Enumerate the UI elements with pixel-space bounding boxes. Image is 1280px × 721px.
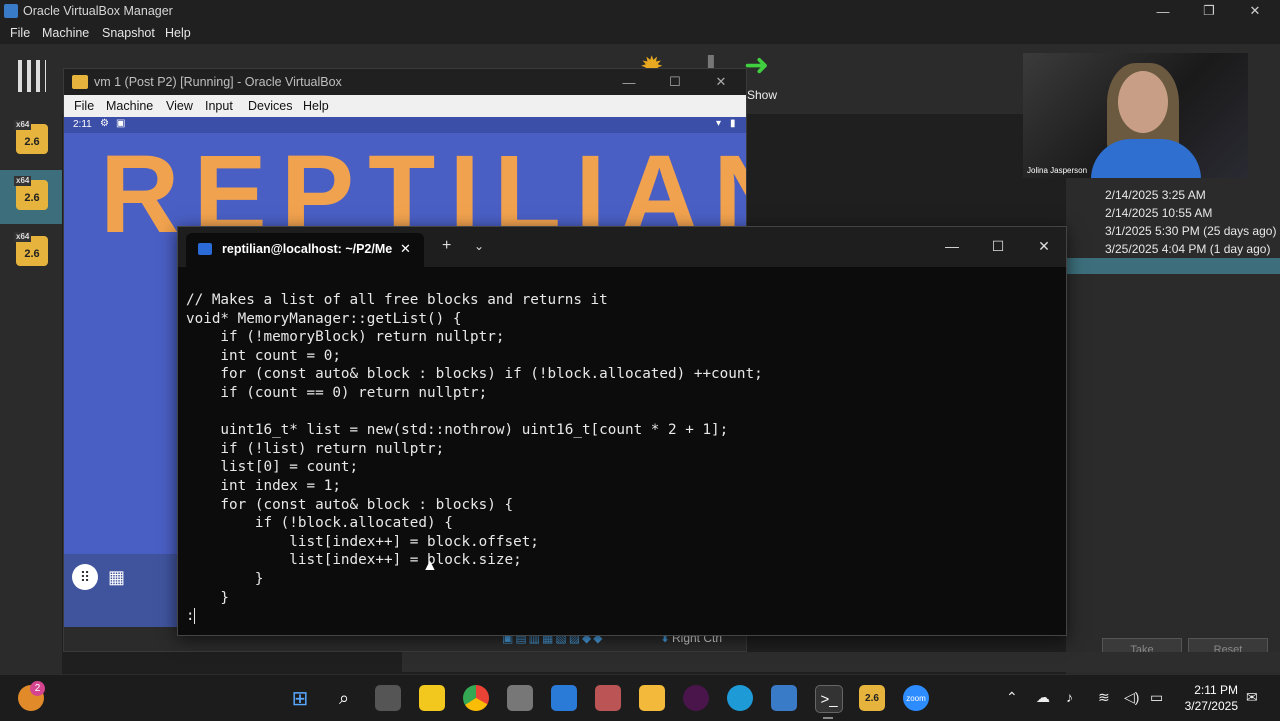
host-title-bar: Oracle VirtualBox Manager — ❐ ✕ (0, 0, 1280, 22)
task-view-icon[interactable] (375, 685, 401, 711)
search-icon[interactable]: ⌕ (331, 685, 357, 711)
terminal-tab-title: reptilian@localhost: ~/P2/Me (222, 242, 393, 256)
terminal-tab[interactable]: reptilian@localhost: ~/P2/Me ✕ (186, 233, 424, 267)
text-cursor (194, 608, 195, 624)
vm-close-button[interactable]: ✕ (698, 69, 744, 95)
app-drawer-icon[interactable]: ⠿ (72, 564, 98, 590)
microphone-icon[interactable]: ♪ (1066, 689, 1073, 705)
terminal-window: reptilian@localhost: ~/P2/Me ✕ + ⌄ — ☐ ✕… (177, 226, 1067, 636)
clock-date: 3/27/2025 (1184, 699, 1238, 713)
host-menu-bar: File Machine Snapshot Help (0, 22, 1280, 44)
snapshot-row[interactable]: 3/1/2025 5:30 PM (25 days ago) (1105, 224, 1276, 238)
slack-icon[interactable] (683, 685, 709, 711)
clock-time: 2:11 PM (1194, 683, 1238, 697)
powershell-icon (198, 243, 212, 255)
host-vm-list: x64 2.6 x64 2.6 x64 2.6 (0, 114, 62, 674)
webcam-participant-name: Jolina Jasperson (1027, 166, 1088, 175)
vm-window-icon (72, 75, 88, 89)
show-button-label[interactable]: Show (747, 88, 777, 102)
battery-icon: ▮ (730, 118, 736, 129)
taskbar-clock[interactable]: 2:11 PM 3/27/2025 (1172, 682, 1238, 714)
terminal-icon[interactable]: >_ (815, 685, 843, 713)
file-explorer-icon[interactable] (639, 685, 665, 711)
windows-taskbar: 2 ⊞ ⌕ >_ 2.6 zoom ⌃ ☁ ♪ ≋ ◁) ▭ 2:11 PM 3… (0, 674, 1280, 721)
vm-title-bar: vm 1 (Post P2) [Running] - Oracle Virtua… (64, 69, 746, 95)
snapshot-row[interactable]: 2/14/2025 3:25 AM (1105, 188, 1206, 202)
vm-menu-bar: File Machine View Input Devices Help (64, 95, 746, 117)
zoom-icon[interactable]: zoom (903, 685, 929, 711)
grid-icon[interactable]: ▦ (108, 567, 125, 588)
show-arrow-icon[interactable]: ➜ (744, 48, 769, 83)
notification-center-icon[interactable]: ✉ (1246, 689, 1258, 706)
terminal-maximize-button[interactable]: ☐ (975, 231, 1021, 261)
snipping-tool-icon[interactable] (595, 685, 621, 711)
vm-menu-help[interactable]: Help (303, 99, 329, 113)
terminal-close-button[interactable]: ✕ (1021, 231, 1067, 261)
host-menu-snapshot[interactable]: Snapshot (102, 26, 155, 40)
snapshot-row[interactable]: 3/25/2025 4:04 PM (1 day ago) (1105, 242, 1270, 256)
host-status-area (402, 652, 1280, 672)
calculator-icon[interactable] (507, 685, 533, 711)
chrome-icon[interactable] (463, 685, 489, 711)
vm-menu-file[interactable]: File (74, 99, 94, 113)
host-menu-file[interactable]: File (10, 26, 30, 40)
mouse-pointer-icon: ▲ (422, 557, 438, 574)
host-window-title: Oracle VirtualBox Manager (23, 4, 173, 18)
start-windows-icon[interactable]: ⊞ (287, 685, 313, 711)
terminal-minimize-button[interactable]: — (929, 231, 975, 261)
volume-icon[interactable]: ◁) (1124, 689, 1139, 706)
vm-minimize-button[interactable]: — (606, 69, 652, 95)
vm-menu-view[interactable]: View (166, 99, 193, 113)
host-maximize-button[interactable]: ❐ (1186, 0, 1232, 22)
webcam-overlay: Jolina Jasperson (1023, 53, 1248, 178)
vm-taskbar-icon[interactable]: 2.6 (859, 685, 885, 711)
vm-list-item-selected[interactable]: x64 2.6 (0, 170, 62, 224)
notification-badge: 2 (30, 681, 45, 696)
vm-list-item[interactable]: x64 2.6 (0, 114, 62, 168)
chevron-down-icon[interactable]: ⌄ (474, 239, 484, 253)
vm-menu-machine[interactable]: Machine (106, 99, 153, 113)
terminal-code-output[interactable]: // Makes a list of all free blocks and r… (186, 291, 763, 607)
vm-os-icon: x64 2.6 (14, 176, 48, 210)
host-minimize-button[interactable]: — (1140, 0, 1186, 22)
host-close-button[interactable]: ✕ (1232, 0, 1278, 22)
wifi-icon: ▾ (716, 118, 722, 129)
chevron-up-icon[interactable]: ⌃ (1006, 689, 1018, 706)
wifi-icon[interactable]: ≋ (1098, 689, 1110, 706)
vm-os-icon: x64 2.6 (14, 232, 48, 266)
sticky-notes-icon[interactable] (419, 685, 445, 711)
vm-os-icon: x64 2.6 (14, 120, 48, 154)
vm-list-item[interactable]: x64 2.6 (0, 226, 62, 280)
cloud-icon[interactable]: ☁ (1036, 689, 1050, 706)
battery-icon[interactable]: ▭ (1150, 689, 1163, 706)
vm-maximize-button[interactable]: ☐ (652, 69, 698, 95)
vm-menu-devices[interactable]: Devices (248, 99, 292, 113)
vscode-icon[interactable] (551, 685, 577, 711)
virtualbox-logo-icon (4, 4, 18, 18)
close-tab-icon[interactable]: ✕ (400, 241, 411, 257)
edge-icon[interactable] (727, 685, 753, 711)
tools-icon[interactable] (18, 60, 46, 92)
virtualbox-icon[interactable] (771, 685, 797, 711)
vm-window-title: vm 1 (Post P2) [Running] - Oracle Virtua… (94, 75, 342, 89)
host-menu-help[interactable]: Help (165, 26, 191, 40)
host-menu-machine[interactable]: Machine (42, 26, 89, 40)
notification-icon: ▣ (116, 118, 126, 129)
snapshot-current-row[interactable] (1066, 258, 1280, 274)
snapshot-row[interactable]: 2/14/2025 10:55 AM (1105, 206, 1212, 220)
guest-clock: 2:11 (73, 119, 92, 130)
terminal-tab-bar: reptilian@localhost: ~/P2/Me ✕ + ⌄ — ☐ ✕ (178, 227, 1066, 267)
vm-menu-input[interactable]: Input (205, 99, 233, 113)
new-tab-button[interactable]: + (442, 237, 451, 255)
gear-icon: ⚙ (100, 118, 109, 129)
guest-status-bar: 2:11 ⚙ ▣ ▾ ▮ (64, 117, 746, 133)
